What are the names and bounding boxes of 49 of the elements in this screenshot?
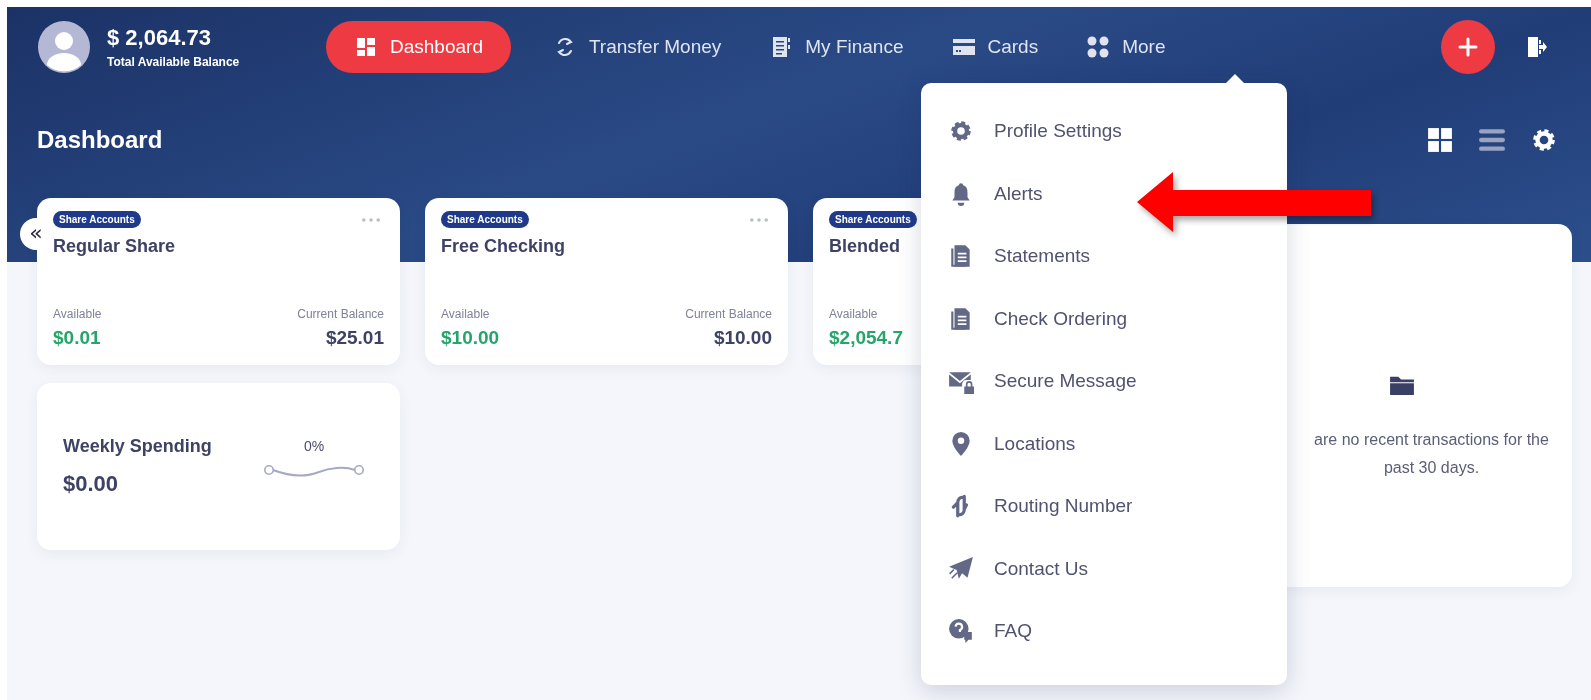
available-amount: $0.01 bbox=[53, 327, 102, 349]
account-type-badge: Share Accounts bbox=[829, 211, 917, 228]
nav-tab[interactable]: More bbox=[1080, 21, 1172, 73]
grid-dots-icon bbox=[1086, 35, 1111, 59]
add-button[interactable] bbox=[1441, 20, 1495, 74]
paper-plane-icon bbox=[948, 555, 974, 582]
logout-icon[interactable] bbox=[1527, 36, 1547, 58]
current-balance-amount: $10.00 bbox=[713, 327, 772, 349]
available-label: Available bbox=[829, 307, 879, 321]
settings-icon[interactable] bbox=[1531, 127, 1557, 153]
current-balance-label: Current Balance bbox=[685, 307, 772, 321]
menu-item[interactable]: Profile Settings bbox=[921, 100, 1122, 163]
change-percentage: 0% bbox=[303, 437, 325, 454]
menu-item[interactable]: FAQ bbox=[921, 600, 1032, 663]
menu-item[interactable]: Statements bbox=[921, 225, 1091, 288]
empty-state-message: are no recent transactions for the past 30 days. bbox=[1313, 430, 1550, 478]
account-type-badge: Share Accounts bbox=[53, 211, 141, 228]
available-amount: $10.00 bbox=[441, 327, 500, 349]
page-title: Dashboard bbox=[37, 126, 163, 154]
weekly-spending-title: Weekly Spending bbox=[63, 436, 212, 457]
menu-item[interactable]: Contact Us bbox=[921, 537, 1088, 600]
nav-tab[interactable]: Dashboard bbox=[326, 21, 511, 73]
current-balance-label: Current Balance bbox=[297, 307, 384, 321]
balance-label: Total Available Balance bbox=[107, 55, 241, 69]
dashboard-icon bbox=[354, 35, 378, 59]
grid-view-icon[interactable] bbox=[1427, 127, 1453, 153]
nav-tab[interactable]: Transfer Money bbox=[546, 21, 728, 73]
current-balance-amount: $25.01 bbox=[325, 327, 384, 349]
account-type-badge: Share Accounts bbox=[441, 211, 529, 228]
help-chat-icon bbox=[948, 618, 974, 645]
account-card[interactable]: Share Accounts Free Checking Available $10.00 Current Balance $10.00 bbox=[425, 198, 788, 365]
account-name: Regular Share bbox=[53, 236, 176, 257]
weekly-spending-amount: $0.00 bbox=[63, 471, 120, 497]
menu-item[interactable]: Secure Message bbox=[921, 350, 1137, 413]
menu-item[interactable]: Locations bbox=[921, 412, 1076, 475]
menu-item[interactable]: Alerts bbox=[921, 162, 1043, 225]
account-name: Blended bbox=[829, 236, 900, 257]
available-label: Available bbox=[53, 307, 102, 321]
nav-tab[interactable]: My Finance bbox=[763, 21, 910, 73]
avatar-icon[interactable] bbox=[38, 21, 90, 73]
list-view-icon[interactable] bbox=[1479, 127, 1505, 153]
available-amount: $2,054.7 bbox=[829, 327, 903, 349]
nav-tab[interactable]: Cards bbox=[945, 21, 1045, 73]
menu-item[interactable]: Routing Number bbox=[921, 475, 1133, 538]
available-label: Available bbox=[441, 307, 491, 321]
menu-item[interactable]: Check Ordering bbox=[921, 287, 1128, 350]
folder-icon bbox=[1388, 374, 1415, 396]
balance-amount: $ 2,064.73 bbox=[107, 25, 212, 51]
account-name: Free Checking bbox=[441, 236, 566, 257]
